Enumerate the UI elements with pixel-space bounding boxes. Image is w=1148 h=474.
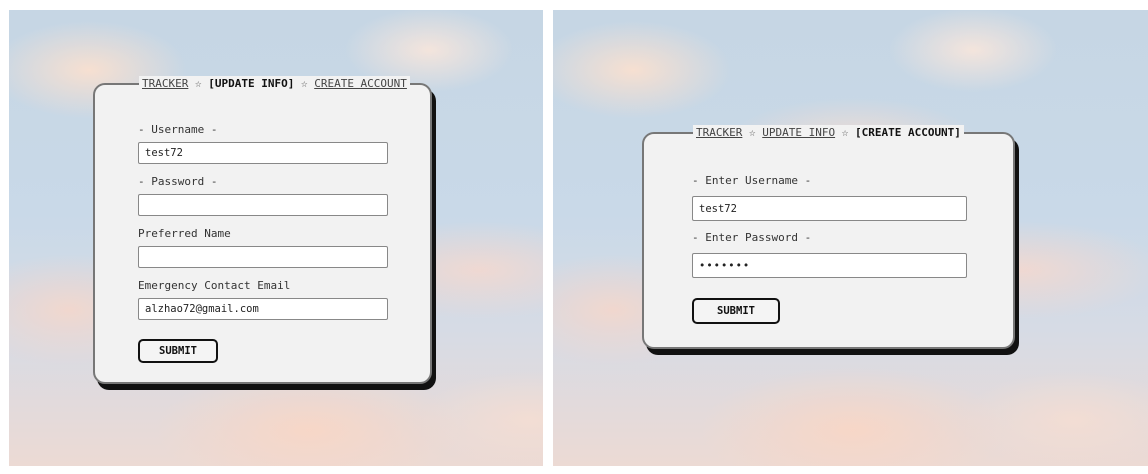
card-nav: TRACKER ☆ [UPDATE INFO] ☆ CREATE ACCOUNT (139, 76, 410, 92)
nav-update-info-active: [UPDATE INFO] (208, 77, 295, 90)
nav-create-account-link[interactable]: CREATE ACCOUNT (314, 77, 407, 90)
password-input[interactable] (692, 253, 967, 278)
username-label: - Username - (138, 123, 218, 136)
create-account-screen: TRACKER ☆ UPDATE INFO ☆ [CREATE ACCOUNT]… (553, 10, 1148, 466)
star-separator-icon: ☆ (748, 126, 756, 139)
password-input[interactable] (138, 194, 388, 216)
card-nav: TRACKER ☆ UPDATE INFO ☆ [CREATE ACCOUNT] (693, 125, 964, 141)
star-separator-icon: ☆ (841, 126, 849, 139)
emergency-email-label: Emergency Contact Email (138, 279, 291, 292)
nav-update-info-link[interactable]: UPDATE INFO (762, 126, 835, 139)
password-label: - Password - (138, 175, 218, 188)
username-input[interactable] (138, 142, 388, 164)
star-separator-icon: ☆ (194, 77, 202, 90)
update-info-screen: TRACKER ☆ [UPDATE INFO] ☆ CREATE ACCOUNT… (9, 10, 543, 466)
update-info-card: TRACKER ☆ [UPDATE INFO] ☆ CREATE ACCOUNT… (93, 76, 432, 384)
preferred-name-input[interactable] (138, 246, 388, 268)
nav-tracker-link[interactable]: TRACKER (696, 126, 742, 139)
nav-tracker-link[interactable]: TRACKER (142, 77, 188, 90)
submit-button[interactable]: SUBMIT (138, 339, 218, 363)
enter-username-label: - Enter Username - (692, 174, 812, 187)
emergency-email-input[interactable] (138, 298, 388, 320)
preferred-name-label: Preferred Name (138, 227, 231, 240)
submit-button[interactable]: SUBMIT (692, 298, 780, 324)
username-input[interactable] (692, 196, 967, 221)
create-account-card: TRACKER ☆ UPDATE INFO ☆ [CREATE ACCOUNT]… (642, 125, 1015, 349)
star-separator-icon: ☆ (300, 77, 308, 90)
nav-create-account-active: [CREATE ACCOUNT] (854, 126, 961, 139)
enter-password-label: - Enter Password - (692, 231, 812, 244)
